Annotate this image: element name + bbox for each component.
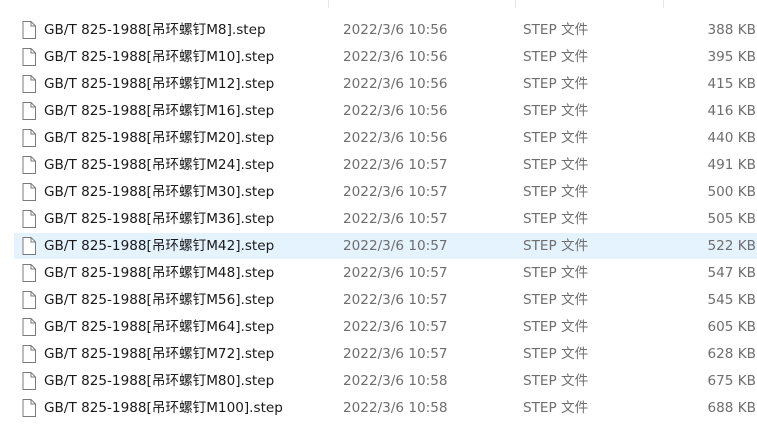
file-row[interactable]: GB/T 825-1988[吊环螺钉M36].step 2022/3/6 10:5… (14, 206, 757, 232)
generic-file-icon (22, 237, 36, 255)
file-size: 545 KB (707, 292, 756, 308)
file-type: STEP 文件 (523, 22, 589, 38)
file-name: GB/T 825-1988[吊环螺钉M48].step (44, 265, 275, 281)
file-size: 605 KB (707, 319, 756, 335)
file-name: GB/T 825-1988[吊环螺钉M16].step (44, 103, 275, 119)
column-separator[interactable] (328, 0, 329, 8)
file-row[interactable]: GB/T 825-1988[吊环螺钉M48].step 2022/3/6 10:5… (14, 260, 757, 286)
file-date-modified: 2022/3/6 10:57 (343, 346, 448, 362)
file-date-modified: 2022/3/6 10:58 (343, 373, 448, 389)
generic-file-icon (22, 129, 36, 147)
generic-file-icon (22, 318, 36, 336)
file-row[interactable]: GB/T 825-1988[吊环螺钉M10].step 2022/3/6 10:5… (14, 44, 757, 70)
generic-file-icon (22, 75, 36, 93)
file-name: GB/T 825-1988[吊环螺钉M12].step (44, 76, 275, 92)
file-row[interactable]: GB/T 825-1988[吊环螺钉M24].step 2022/3/6 10:5… (14, 152, 757, 178)
file-list: GB/T 825-1988[吊环螺钉M8].step 2022/3/6 10:56… (0, 0, 757, 434)
file-row[interactable]: GB/T 825-1988[吊环螺钉M64].step 2022/3/6 10:5… (14, 314, 757, 340)
generic-file-icon (22, 48, 36, 66)
file-row[interactable]: GB/T 825-1988[吊环螺钉M72].step 2022/3/6 10:5… (14, 341, 757, 367)
file-date-modified: 2022/3/6 10:56 (343, 76, 448, 92)
generic-file-icon (22, 399, 36, 417)
file-date-modified: 2022/3/6 10:57 (343, 319, 448, 335)
file-size: 675 KB (707, 373, 756, 389)
file-type: STEP 文件 (523, 130, 589, 146)
file-type: STEP 文件 (523, 400, 589, 416)
file-date-modified: 2022/3/6 10:57 (343, 292, 448, 308)
file-size: 415 KB (707, 76, 756, 92)
file-date-modified: 2022/3/6 10:57 (343, 157, 448, 173)
file-date-modified: 2022/3/6 10:57 (343, 265, 448, 281)
file-row[interactable]: GB/T 825-1988[吊环螺钉M20].step 2022/3/6 10:5… (14, 125, 757, 151)
file-type: STEP 文件 (523, 292, 589, 308)
file-type: STEP 文件 (523, 76, 589, 92)
generic-file-icon (22, 102, 36, 120)
file-type: STEP 文件 (523, 211, 589, 227)
file-date-modified: 2022/3/6 10:57 (343, 211, 448, 227)
file-row[interactable]: GB/T 825-1988[吊环螺钉M16].step 2022/3/6 10:5… (14, 98, 757, 124)
file-name: GB/T 825-1988[吊环螺钉M72].step (44, 346, 275, 362)
file-size: 500 KB (707, 184, 756, 200)
file-row[interactable]: GB/T 825-1988[吊环螺钉M80].step 2022/3/6 10:5… (14, 368, 757, 394)
generic-file-icon (22, 156, 36, 174)
file-type: STEP 文件 (523, 346, 589, 362)
file-name: GB/T 825-1988[吊环螺钉M30].step (44, 184, 275, 200)
file-date-modified: 2022/3/6 10:58 (343, 400, 448, 416)
generic-file-icon (22, 183, 36, 201)
file-date-modified: 2022/3/6 10:56 (343, 49, 448, 65)
generic-file-icon (22, 264, 36, 282)
file-type: STEP 文件 (523, 103, 589, 119)
file-date-modified: 2022/3/6 10:57 (343, 238, 448, 254)
file-name: GB/T 825-1988[吊环螺钉M42].step (44, 238, 275, 254)
column-separator[interactable] (515, 0, 516, 8)
generic-file-icon (22, 372, 36, 390)
file-size: 547 KB (707, 265, 756, 281)
file-type: STEP 文件 (523, 319, 589, 335)
file-size: 505 KB (707, 211, 756, 227)
file-type: STEP 文件 (523, 238, 589, 254)
file-name: GB/T 825-1988[吊环螺钉M36].step (44, 211, 275, 227)
file-name: GB/T 825-1988[吊环螺钉M100].step (44, 400, 283, 416)
file-date-modified: 2022/3/6 10:56 (343, 130, 448, 146)
file-size: 491 KB (707, 157, 756, 173)
file-size: 522 KB (707, 238, 756, 254)
file-name: GB/T 825-1988[吊环螺钉M24].step (44, 157, 275, 173)
file-type: STEP 文件 (523, 373, 589, 389)
file-size: 416 KB (707, 103, 756, 119)
file-size: 688 KB (707, 400, 756, 416)
file-type: STEP 文件 (523, 49, 589, 65)
file-type: STEP 文件 (523, 184, 589, 200)
file-row[interactable]: GB/T 825-1988[吊环螺钉M42].step 2022/3/6 10:5… (14, 233, 757, 259)
file-type: STEP 文件 (523, 157, 589, 173)
file-row[interactable]: GB/T 825-1988[吊环螺钉M8].step 2022/3/6 10:56… (14, 17, 757, 43)
file-row[interactable]: GB/T 825-1988[吊环螺钉M12].step 2022/3/6 10:5… (14, 71, 757, 97)
generic-file-icon (22, 291, 36, 309)
file-type: STEP 文件 (523, 265, 589, 281)
generic-file-icon (22, 21, 36, 39)
file-row[interactable]: GB/T 825-1988[吊环螺钉M100].step 2022/3/6 10:… (14, 395, 757, 421)
file-name: GB/T 825-1988[吊环螺钉M64].step (44, 319, 275, 335)
file-row[interactable]: GB/T 825-1988[吊环螺钉M30].step 2022/3/6 10:5… (14, 179, 757, 205)
file-size: 395 KB (707, 49, 756, 65)
file-name: GB/T 825-1988[吊环螺钉M80].step (44, 373, 275, 389)
generic-file-icon (22, 210, 36, 228)
file-date-modified: 2022/3/6 10:56 (343, 103, 448, 119)
file-size: 628 KB (707, 346, 756, 362)
file-name: GB/T 825-1988[吊环螺钉M56].step (44, 292, 275, 308)
column-separator[interactable] (663, 0, 664, 8)
generic-file-icon (22, 345, 36, 363)
file-name: GB/T 825-1988[吊环螺钉M20].step (44, 130, 275, 146)
file-row[interactable]: GB/T 825-1988[吊环螺钉M56].step 2022/3/6 10:5… (14, 287, 757, 313)
file-name: GB/T 825-1988[吊环螺钉M10].step (44, 49, 275, 65)
file-size: 388 KB (707, 22, 756, 38)
file-date-modified: 2022/3/6 10:57 (343, 184, 448, 200)
file-size: 440 KB (707, 130, 756, 146)
file-name: GB/T 825-1988[吊环螺钉M8].step (44, 22, 266, 38)
file-date-modified: 2022/3/6 10:56 (343, 22, 448, 38)
